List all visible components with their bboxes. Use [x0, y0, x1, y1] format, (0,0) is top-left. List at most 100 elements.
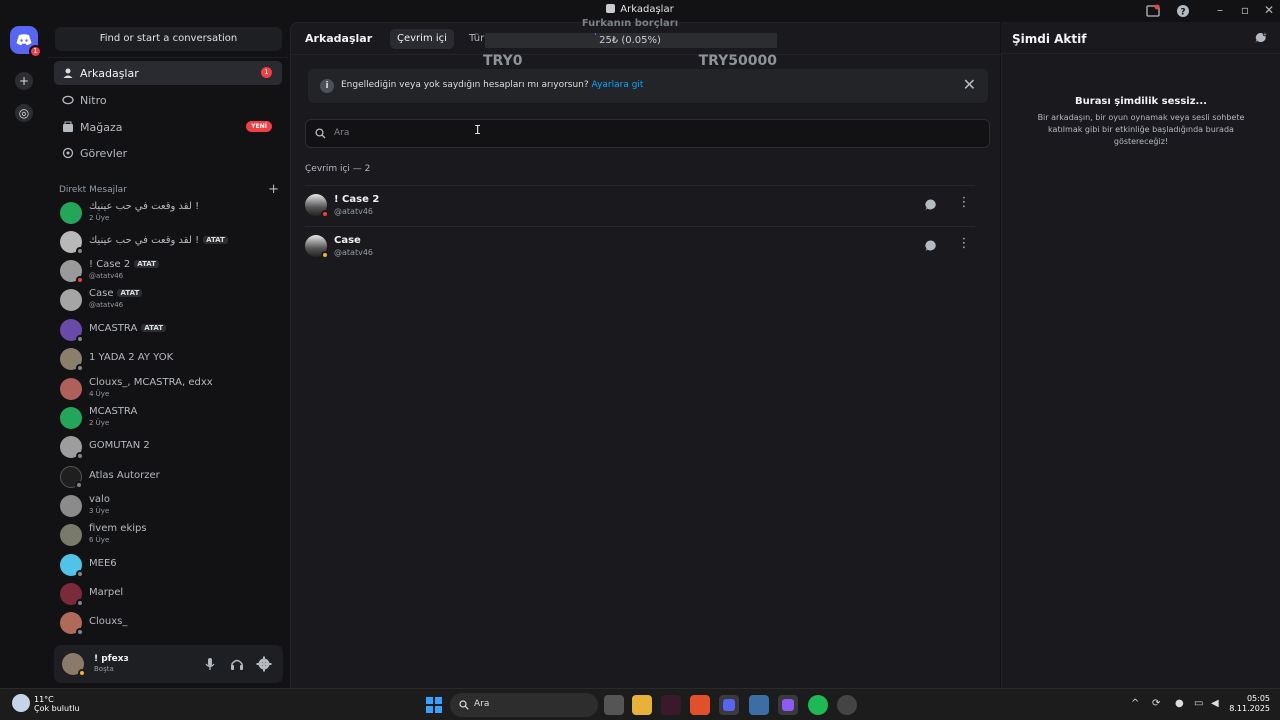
dm-item[interactable]: MCASTRA 2 Üye: [54, 404, 282, 432]
close-window-icon[interactable]: ✕: [1259, 3, 1279, 17]
friends-icon: [63, 68, 73, 78]
friend-avatar: [305, 235, 329, 259]
clan-tag: ATAT: [203, 236, 228, 244]
weather-cloud-icon[interactable]: [12, 694, 30, 712]
start-button[interactable]: [426, 697, 442, 713]
sync-icon[interactable]: ⟳: [1152, 698, 1160, 709]
close-icon[interactable]: ✕: [963, 75, 976, 94]
spotify-icon[interactable]: [808, 695, 828, 715]
friend-row[interactable]: Case @atatv46 ⋮: [305, 226, 975, 266]
nav-quests[interactable]: Görevler: [54, 141, 282, 165]
home-badge: 1: [29, 45, 42, 58]
create-dm-icon[interactable]: +: [268, 182, 279, 197]
message-icon[interactable]: [924, 198, 938, 212]
avatar: [60, 289, 82, 311]
taskbar-search[interactable]: Ara: [450, 693, 598, 717]
group-avatar: [60, 407, 82, 429]
dm-item[interactable]: لقد وقعت في حب عينيك ! ATAT: [54, 228, 282, 256]
tab-online[interactable]: Çevrim içi: [390, 29, 454, 49]
friend-row[interactable]: ! Case 2 @atatv46 ⋮: [305, 185, 975, 225]
blocked-notice: i Engellediğin veya yok saydığın hesapla…: [308, 69, 988, 103]
nav-nitro[interactable]: Nitro: [54, 88, 282, 112]
discover-icon[interactable]: ◎: [15, 104, 33, 122]
system-clock[interactable]: 05:05 8.11.2025: [1229, 694, 1270, 714]
inbox-icon[interactable]: [1146, 4, 1160, 18]
dm-item[interactable]: Case ATAT @atatv46: [54, 286, 282, 314]
active-now-title: Şimdi Aktif: [1012, 32, 1087, 46]
nav-shop[interactable]: Mağaza YENİ: [54, 115, 282, 139]
dm-item[interactable]: Clouxs_: [54, 609, 282, 637]
status-indicator: [76, 364, 84, 372]
avatar: [60, 554, 84, 578]
avatar: [60, 612, 84, 636]
status-indicator: [75, 481, 83, 489]
maximize-icon[interactable]: ▫: [1235, 3, 1255, 17]
more-options-icon[interactable]: ⋮: [957, 237, 971, 253]
dm-item[interactable]: ! Case 2 ATAT @atatv46: [54, 257, 282, 285]
status-indicator: [76, 570, 84, 578]
dm-item[interactable]: Marpel: [54, 580, 282, 608]
help-icon[interactable]: ?: [1176, 4, 1190, 18]
file-explorer-icon[interactable]: [632, 695, 652, 715]
new-group-dm-icon[interactable]: +: [1254, 31, 1268, 45]
more-options-icon[interactable]: ⋮: [957, 196, 971, 212]
find-conversation-button[interactable]: Find or start a conversation: [55, 27, 282, 51]
add-server-icon[interactable]: +: [15, 72, 33, 90]
friends-main: Arkadaşlar Çevrim içi Tür i Engellediğin…: [290, 22, 1001, 688]
group-avatar: [60, 524, 82, 546]
message-icon[interactable]: [924, 239, 938, 253]
task-view-icon[interactable]: [604, 695, 624, 715]
microphone-icon[interactable]: [202, 656, 218, 672]
svg-text:+: +: [1263, 32, 1267, 38]
discord-logo-icon: [16, 34, 32, 46]
dm-sidebar: Find or start a conversation Arkadaşlar …: [48, 22, 288, 688]
goal-title: Furkanın borçları: [581, 18, 679, 29]
tray-mic-icon[interactable]: ●: [1175, 698, 1184, 709]
dm-item[interactable]: valo 3 Üye: [54, 492, 282, 520]
clan-tag: ATAT: [141, 324, 167, 332]
dm-item[interactable]: 1 YADA 2 AY YOK: [54, 345, 282, 373]
dm-item[interactable]: MEE6: [54, 551, 282, 579]
minimize-icon[interactable]: –: [1210, 3, 1230, 17]
goal-amount: 25₺ (0.05%): [599, 35, 661, 46]
nav-friends[interactable]: Arkadaşlar 1: [54, 61, 282, 85]
active-now-panel: Şimdi Aktif Burası şimdilik sessiz... Bi…: [1001, 32, 1280, 688]
quests-icon: [62, 147, 74, 159]
friend-avatar: [305, 194, 329, 218]
display-icon[interactable]: ▭: [1194, 698, 1203, 709]
discord-taskbar-icon[interactable]: [719, 695, 739, 715]
friends-search-input[interactable]: Ara: [305, 119, 990, 148]
avatar: [60, 436, 84, 460]
weather-widget[interactable]: 11°C Çok bulutlu: [34, 695, 80, 713]
goal-min: TRY0: [483, 53, 523, 69]
nitro-icon: [62, 95, 74, 105]
app-icon[interactable]: [749, 695, 769, 715]
brave-browser-icon[interactable]: [690, 695, 710, 715]
avatar: [60, 583, 84, 607]
status-indicator: [76, 452, 84, 460]
app-icon[interactable]: [837, 695, 857, 715]
dm-item[interactable]: لقد وقعت في حب عينيك ! 2 Üye: [54, 199, 282, 227]
svg-text:?: ?: [1180, 8, 1185, 18]
volume-icon[interactable]: ◀: [1211, 698, 1219, 709]
tray-chevron-icon[interactable]: ^: [1131, 698, 1139, 709]
app-icon[interactable]: [778, 695, 798, 715]
donation-goal-widget: Furkanın borçları 25₺ (0.05%) TRY0 TRY50…: [480, 16, 780, 72]
headphones-icon[interactable]: [229, 656, 245, 672]
settings-gear-icon[interactable]: [256, 656, 272, 672]
home-button[interactable]: 1: [10, 26, 42, 58]
user-avatar[interactable]: [62, 653, 86, 677]
dm-item[interactable]: MCASTRA ATAT: [54, 316, 282, 344]
dm-item[interactable]: fivem ekips 6 Üye: [54, 521, 282, 549]
settings-link[interactable]: Ayarlara git: [592, 80, 644, 90]
active-now-quiet: Burası şimdilik sessiz...: [1075, 96, 1207, 107]
window-title: Arkadaşlar: [0, 4, 1280, 15]
avatar: [60, 319, 84, 343]
dm-item[interactable]: Atlas Autorzer: [54, 463, 282, 491]
dm-item[interactable]: Clouxs_, MCASTRA, edxx 4 Üye: [54, 375, 282, 403]
clan-tag: ATAT: [134, 260, 159, 268]
server-rail: 1 + ◎: [0, 22, 48, 688]
app-icon[interactable]: [661, 695, 681, 715]
active-now-description: Bir arkadaşın, bir oyun oynamak veya ses…: [1037, 113, 1245, 146]
dm-item[interactable]: GOMUTAN 2: [54, 433, 282, 461]
